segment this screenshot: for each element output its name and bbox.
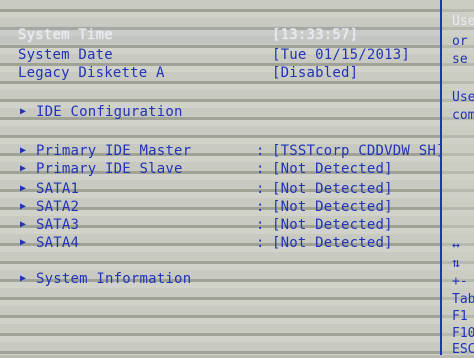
primary-ide-master-row[interactable]: ▶ Primary IDE Master : [TSSTcorp CDDVDW … — [0, 142, 444, 160]
separator-colon: : — [256, 161, 265, 177]
submenu-arrow-icon: ▶ — [20, 273, 27, 284]
system-time-value[interactable]: [13:33:57] — [272, 26, 358, 44]
ide-configuration-label: IDE Configuration — [36, 104, 183, 120]
sata1-value: [Not Detected] — [272, 181, 393, 197]
separator-colon: : — [256, 217, 265, 233]
help-text-line: com — [452, 108, 474, 123]
sata3-row[interactable]: ▶ SATA3 : [Not Detected] — [0, 216, 440, 234]
ide-configuration-row[interactable]: ▶ IDE Configuration — [0, 103, 440, 121]
legacy-diskette-label: Legacy Diskette A — [18, 65, 165, 81]
separator-colon: : — [256, 181, 265, 197]
separator-colon: : — [256, 143, 265, 159]
separator-colon: : — [256, 235, 265, 251]
plus-minus-key: +- — [452, 274, 468, 289]
help-text-line: Use — [452, 14, 474, 29]
sata4-row[interactable]: ▶ SATA4 : [Not Detected] — [0, 234, 440, 252]
system-time-label: System Time — [18, 27, 113, 43]
system-information-row[interactable]: ▶ System Information — [0, 270, 440, 288]
submenu-arrow-icon: ▶ — [20, 183, 27, 194]
left-right-arrows-icon: ↔ — [452, 238, 460, 253]
sata2-label: SATA2 — [36, 199, 80, 215]
submenu-arrow-icon: ▶ — [20, 219, 27, 230]
bios-main-panel: System Time [13:33:57] System Date [Tue … — [0, 0, 444, 355]
primary-ide-slave-value: [Not Detected] — [272, 161, 393, 177]
separator-colon: : — [256, 199, 265, 215]
primary-ide-master-value: [TSSTcorp CDDVDW SH] — [272, 143, 445, 159]
submenu-arrow-icon: ▶ — [20, 145, 27, 156]
sata2-value: [Not Detected] — [272, 199, 393, 215]
system-date-value[interactable]: [Tue 01/15/2013] — [272, 46, 410, 64]
f1-key: F1 — [452, 309, 468, 324]
primary-ide-slave-label: Primary IDE Slave — [36, 161, 183, 177]
primary-ide-master-label: Primary IDE Master — [36, 143, 192, 159]
system-date-label: System Date — [18, 47, 113, 63]
system-information-label: System Information — [36, 271, 192, 287]
up-down-arrows-icon: ⇅ — [452, 256, 460, 271]
f10-key: F10 — [452, 326, 474, 341]
submenu-arrow-icon: ▶ — [20, 163, 27, 174]
sata2-row[interactable]: ▶ SATA2 : [Not Detected] — [0, 198, 440, 216]
legacy-diskette-value[interactable]: [Disabled] — [272, 64, 358, 82]
sata3-label: SATA3 — [36, 217, 80, 233]
submenu-arrow-icon: ▶ — [20, 201, 27, 212]
help-text-line: or — [452, 34, 468, 49]
primary-ide-slave-row[interactable]: ▶ Primary IDE Slave : [Not Detected] — [0, 160, 440, 178]
sata1-row[interactable]: ▶ SATA1 : [Not Detected] — [0, 180, 440, 198]
esc-key: ESC — [452, 342, 474, 357]
system-time-row[interactable]: System Time [13:33:57] — [0, 26, 440, 44]
submenu-arrow-icon: ▶ — [20, 106, 27, 117]
help-text-line: se — [452, 52, 468, 67]
sata3-value: [Not Detected] — [272, 217, 393, 233]
sata4-label: SATA4 — [36, 235, 80, 251]
sata4-value: [Not Detected] — [272, 235, 393, 251]
sata1-label: SATA1 — [36, 181, 80, 197]
help-text-line: Use — [452, 90, 474, 105]
legacy-diskette-row[interactable]: Legacy Diskette A [Disabled] — [0, 64, 440, 82]
system-date-row[interactable]: System Date [Tue 01/15/2013] — [0, 46, 440, 64]
submenu-arrow-icon: ▶ — [20, 237, 27, 248]
tab-key: Tab — [452, 292, 474, 307]
